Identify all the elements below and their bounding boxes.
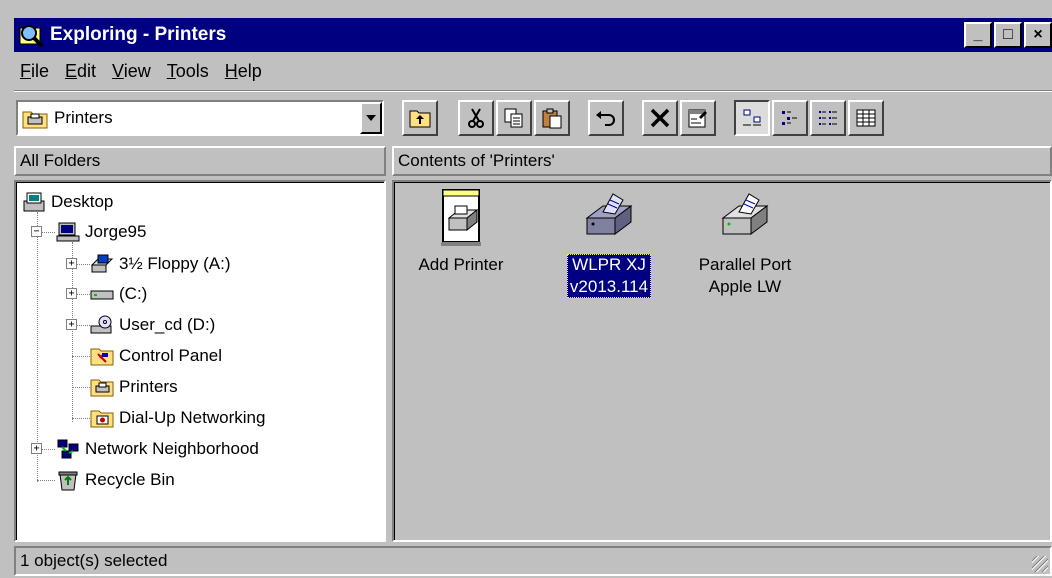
resize-grip-icon[interactable] — [1032, 556, 1048, 572]
cd-drive-icon — [90, 314, 114, 336]
tree-connector — [72, 387, 90, 388]
tree-connector — [37, 480, 55, 481]
scissors-icon — [468, 108, 484, 128]
list-view-icon — [819, 111, 837, 125]
menu-edit[interactable]: Edit — [59, 61, 106, 82]
list-view-button[interactable] — [810, 100, 846, 136]
folder-up-icon — [409, 110, 431, 128]
minimize-icon: _ — [973, 26, 983, 43]
paste-button[interactable] — [534, 100, 570, 136]
address-value: Printers — [54, 108, 113, 127]
tree-connector — [72, 242, 73, 422]
explorer-magnifier-icon — [18, 22, 44, 48]
small-icons-view-button[interactable] — [772, 100, 808, 136]
tree-item-printers[interactable]: Printers — [90, 373, 178, 401]
window-controls: _ □ × — [962, 22, 1052, 48]
tree-expand-cd-drive[interactable]: + — [66, 319, 77, 330]
delete-x-icon — [650, 108, 670, 128]
menu-view[interactable]: View — [106, 61, 161, 82]
status-bar: 1 object(s) selected — [14, 546, 1052, 576]
printers-folder-icon — [90, 376, 114, 398]
menu-file[interactable]: File — [14, 61, 59, 82]
cut-button[interactable] — [458, 100, 494, 136]
all-folders-header: All Folders — [14, 146, 386, 176]
tree-expand-c-drive[interactable]: + — [66, 288, 77, 299]
desktop-icon — [22, 191, 46, 213]
copy-button[interactable] — [496, 100, 532, 136]
tree-connector — [72, 418, 90, 419]
tree-item-network-neighborhood[interactable]: Network Neighborhood — [56, 435, 259, 463]
tree-expand-floppy[interactable]: + — [66, 258, 77, 269]
item-parallel-port-printer[interactable]: Parallel Port Apple LW — [680, 188, 810, 298]
printer-icon — [717, 188, 773, 248]
tree-item-dialup-networking[interactable]: Dial-Up Networking — [90, 404, 265, 432]
floppy-drive-icon — [90, 253, 114, 275]
maximize-button[interactable]: □ — [994, 22, 1022, 48]
network-printer-icon — [581, 188, 637, 248]
item-label: WLPR XJ v2013.114 — [566, 254, 652, 298]
contents-header: Contents of 'Printers' — [392, 146, 1052, 176]
up-one-level-button[interactable] — [402, 100, 438, 136]
item-label: Parallel Port Apple LW — [698, 255, 792, 296]
copy-icon — [504, 108, 523, 128]
my-computer-icon — [56, 221, 80, 243]
menu-tools[interactable]: Tools — [161, 61, 219, 82]
item-wlpr-xj-printer[interactable]: WLPR XJ v2013.114 — [544, 188, 674, 298]
hard-drive-icon — [90, 283, 114, 305]
menu-separator — [14, 90, 1052, 92]
properties-button[interactable] — [680, 100, 716, 136]
large-icons-view-icon — [743, 109, 761, 126]
control-panel-icon — [90, 345, 114, 367]
undo-button[interactable] — [588, 100, 624, 136]
item-label: Add Printer — [418, 255, 504, 274]
close-icon: × — [1033, 26, 1043, 43]
tree-expand-network[interactable]: + — [31, 443, 42, 454]
properties-icon — [688, 109, 707, 128]
tree-item-desktop[interactable]: Desktop — [22, 188, 113, 216]
tree-item-cd-drive[interactable]: User_cd (D:) — [90, 311, 215, 339]
item-add-printer[interactable]: Add Printer — [396, 188, 526, 276]
add-printer-icon — [433, 188, 489, 248]
tree-item-jorge95[interactable]: Jorge95 — [56, 218, 146, 246]
status-text: 1 object(s) selected — [20, 551, 168, 570]
tree-item-control-panel[interactable]: Control Panel — [90, 342, 222, 370]
tree-collapse-jorge95[interactable]: − — [31, 226, 42, 237]
large-icons-view-button[interactable] — [734, 100, 770, 136]
address-dropdown-button[interactable] — [360, 102, 382, 134]
details-view-icon — [856, 109, 876, 127]
recycle-bin-icon — [56, 469, 80, 491]
network-neighborhood-icon — [56, 438, 80, 460]
small-icons-view-icon — [782, 111, 797, 125]
folder-tree[interactable]: Desktop − Jorge95 + 3½ Floppy (A:) + (C:… — [14, 180, 386, 542]
tree-item-recycle-bin[interactable]: Recycle Bin — [56, 466, 175, 494]
tree-item-c-drive[interactable]: (C:) — [90, 280, 147, 308]
undo-arrow-icon — [596, 111, 615, 126]
address-combo[interactable]: Printers — [16, 100, 384, 136]
window-title: Exploring - Printers — [50, 24, 227, 45]
tree-connector — [37, 212, 38, 482]
title-bar[interactable]: Exploring - Printers _ □ × — [14, 18, 1052, 52]
explorer-window: Exploring - Printers _ □ × File Edit Vie… — [0, 0, 1052, 578]
menu-bar: File Edit View Tools Help — [14, 56, 272, 86]
clipboard-icon — [542, 108, 562, 129]
dialup-networking-icon — [90, 407, 114, 429]
tree-item-floppy[interactable]: 3½ Floppy (A:) — [90, 250, 231, 278]
tree-connector — [72, 356, 90, 357]
maximize-icon: □ — [1003, 26, 1013, 43]
menu-help[interactable]: Help — [219, 61, 272, 82]
contents-view[interactable]: Add Printer WLPR XJ v2013.114 Parallel P… — [392, 180, 1052, 542]
delete-button[interactable] — [642, 100, 678, 136]
details-view-button[interactable] — [848, 100, 884, 136]
close-button[interactable]: × — [1024, 22, 1052, 48]
minimize-button[interactable]: _ — [964, 22, 992, 48]
printers-folder-icon — [22, 107, 48, 129]
